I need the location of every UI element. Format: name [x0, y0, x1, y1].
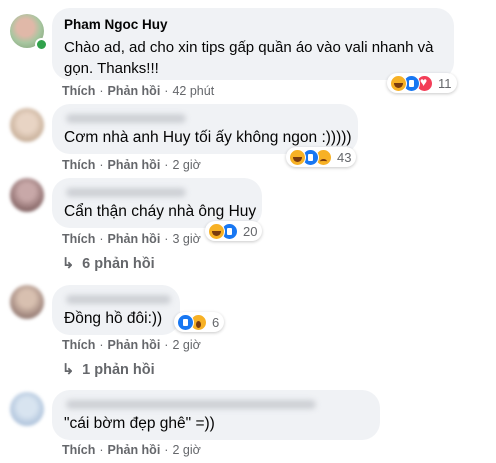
- comment-author[interactable]: [66, 295, 171, 304]
- comment-author[interactable]: Pham Ngoc Huy: [64, 17, 168, 32]
- reply-arrow-icon: ↳: [62, 362, 75, 378]
- comment-text: "cái bờm đẹp ghê" =)): [64, 415, 215, 432]
- reaction-summary[interactable]: 6: [174, 312, 225, 332]
- comment-actions: Thích · Phản hồi · 2 giờ: [62, 158, 201, 172]
- comment-bubble: Đồng hồ đôi:)): [52, 285, 180, 335]
- comment-time[interactable]: 2 giờ: [172, 443, 200, 457]
- comment-actions: Thích · Phản hồi · 42 phút: [62, 84, 215, 98]
- comment-time[interactable]: 2 giờ: [172, 158, 200, 172]
- comment-text-line: Chào ad, ad cho xin tips gấp quần áo vào…: [64, 39, 434, 56]
- avatar[interactable]: [10, 178, 44, 212]
- replies-count: 6 phản hồi: [82, 256, 155, 272]
- like-button[interactable]: Thích: [62, 158, 95, 172]
- comment-bubble: "cái bờm đẹp ghê" =)): [52, 390, 380, 440]
- comment-author[interactable]: [66, 114, 186, 123]
- reaction-count: 6: [212, 314, 220, 330]
- reply-arrow-icon: ↳: [62, 256, 75, 272]
- online-status-dot: [35, 38, 48, 51]
- reaction-count: 20: [243, 223, 258, 239]
- comment-time[interactable]: 2 giờ: [172, 338, 200, 352]
- comment-actions: Thích · Phản hồi · 3 giờ: [62, 232, 201, 246]
- reply-button[interactable]: Phản hồi: [108, 232, 161, 246]
- comment-actions: Thích · Phản hồi · 2 giờ: [62, 443, 201, 457]
- haha-icon: [289, 148, 306, 166]
- reaction-count: 11: [438, 75, 452, 91]
- comment-time[interactable]: 3 giờ: [172, 232, 200, 246]
- comment-text: Cẩn thận cháy nhà ông Huy: [64, 203, 257, 220]
- like-icon: [177, 313, 194, 331]
- comment-time[interactable]: 42 phút: [172, 84, 214, 98]
- reply-button[interactable]: Phản hồi: [108, 338, 161, 352]
- reaction-summary[interactable]: 43: [286, 147, 357, 167]
- view-replies-link[interactable]: ↳ 6 phản hồi: [62, 256, 155, 272]
- comment-actions: Thích · Phản hồi · 2 giờ: [62, 338, 201, 352]
- like-button[interactable]: Thích: [62, 443, 95, 457]
- comment-text: Cơm nhà anh Huy tối ấy không ngon :))))): [64, 129, 352, 146]
- reaction-count: 43: [337, 149, 352, 165]
- comment-text: Chào ad, ad cho xin tips gấp quần áo vào…: [64, 37, 433, 79]
- avatar[interactable]: [10, 108, 44, 142]
- avatar[interactable]: [10, 285, 44, 319]
- reply-button[interactable]: Phản hồi: [108, 158, 161, 172]
- like-button[interactable]: Thích: [62, 232, 95, 246]
- reaction-summary[interactable]: 11: [387, 73, 457, 93]
- comment-author[interactable]: [66, 188, 186, 197]
- view-replies-link[interactable]: ↳ 1 phản hồi: [62, 362, 155, 378]
- reply-button[interactable]: Phản hồi: [108, 84, 161, 98]
- like-button[interactable]: Thích: [62, 338, 95, 352]
- comment-author[interactable]: [66, 400, 316, 409]
- comment-bubble: Pham Ngoc Huy Chào ad, ad cho xin tips g…: [52, 8, 454, 80]
- reply-button[interactable]: Phản hồi: [108, 443, 161, 457]
- haha-icon: [390, 74, 407, 92]
- reaction-summary[interactable]: 20: [205, 221, 263, 241]
- comment-text-line: gọn. Thanks!!!: [64, 60, 159, 77]
- replies-count: 1 phản hồi: [82, 362, 155, 378]
- avatar[interactable]: [10, 392, 44, 426]
- haha-icon: [208, 222, 225, 240]
- comment-text: Đồng hồ đôi:)): [64, 310, 163, 327]
- like-button[interactable]: Thích: [62, 84, 95, 98]
